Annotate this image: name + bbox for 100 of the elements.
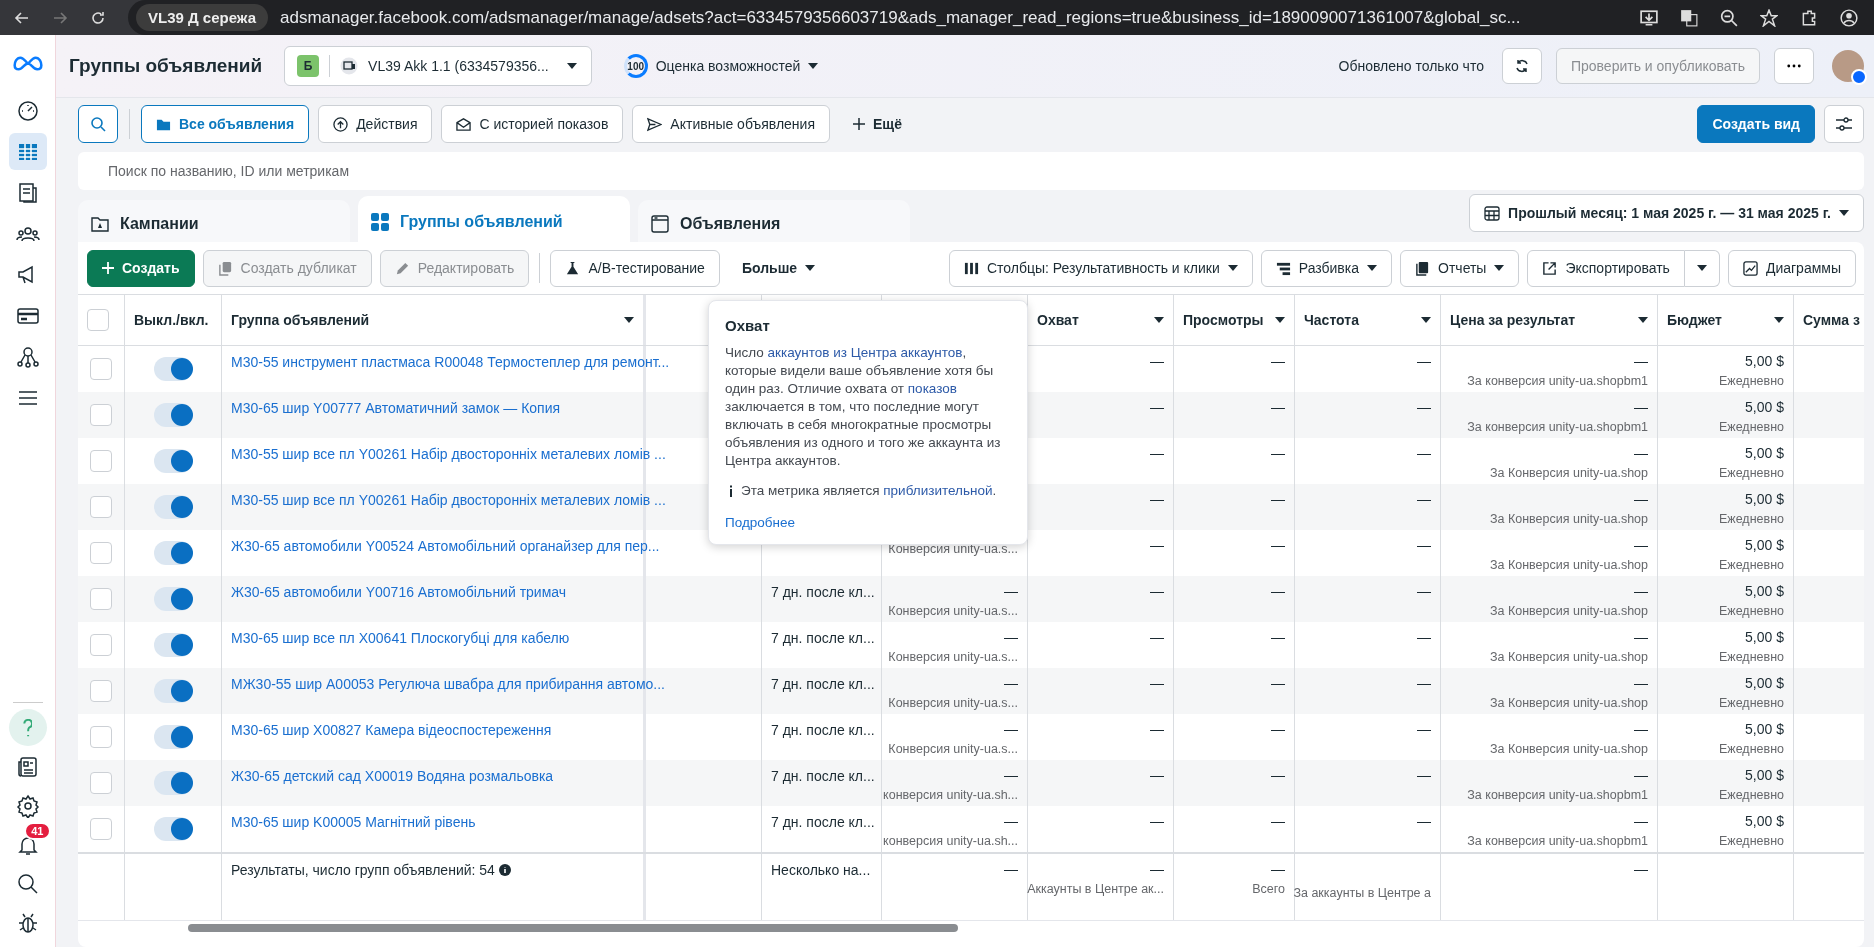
opportunity-score-dropdown[interactable]: 100 Оценка возможностей bbox=[623, 54, 819, 78]
learn-more-link[interactable]: Подробнее bbox=[725, 515, 795, 530]
budget-cell: 5,00 $ bbox=[1745, 353, 1784, 369]
search-button[interactable] bbox=[78, 105, 118, 143]
reload-icon[interactable] bbox=[90, 9, 106, 26]
translate-icon[interactable] bbox=[1680, 8, 1698, 27]
on-off-toggle[interactable] bbox=[154, 357, 192, 381]
charts-button[interactable]: Диаграммы bbox=[1727, 249, 1856, 287]
ad-set-link[interactable]: М30-65 шир K00005 Магнітний рівень bbox=[231, 814, 476, 830]
on-off-toggle[interactable] bbox=[154, 403, 192, 427]
row-checkbox[interactable] bbox=[90, 450, 112, 472]
row-checkbox[interactable] bbox=[90, 588, 112, 610]
row-checkbox[interactable] bbox=[90, 726, 112, 748]
budget-cell: 5,00 $ bbox=[1745, 767, 1784, 783]
on-off-toggle[interactable] bbox=[154, 541, 192, 565]
on-off-toggle[interactable] bbox=[154, 495, 192, 519]
info-icon[interactable] bbox=[498, 864, 511, 876]
ad-set-link[interactable]: Ж30-65 детский сад X00019 Водяна розмальовка bbox=[231, 768, 554, 784]
tooltip-link[interactable]: показов bbox=[907, 381, 957, 396]
column-header[interactable]: Частота bbox=[1304, 309, 1359, 331]
notification-badge: 41 bbox=[24, 822, 51, 840]
more-dropdown[interactable]: Больше bbox=[727, 249, 830, 287]
export-button[interactable]: Экспортировать bbox=[1527, 249, 1685, 287]
ad-set-link[interactable]: Ж30-65 автомобили Y00524 Автомобільний органайзер для пер... bbox=[231, 538, 660, 554]
row-checkbox[interactable] bbox=[90, 404, 112, 426]
row-checkbox[interactable] bbox=[90, 772, 112, 794]
export-menu-button[interactable] bbox=[1684, 249, 1720, 287]
filter-chip[interactable]: Все объявления bbox=[141, 105, 310, 143]
arrow-up-circle-icon bbox=[333, 116, 349, 132]
toolbar-dropdown[interactable]: Столбцы: Результативность и клики bbox=[948, 249, 1253, 287]
on-off-toggle[interactable] bbox=[154, 725, 192, 749]
toolbar-button[interactable]: A/B-тестирование bbox=[550, 249, 720, 287]
address-bar[interactable]: VL39 Д сережа adsmanager.facebook.com/adsmanager/manage/adsets?act=6334579356603719&ads_manager_read_regions=true&business_id=1890090071361007&global_sc... bbox=[128, 0, 1874, 35]
level-tab[interactable]: Объявления bbox=[638, 200, 910, 242]
results-summary: Результаты, число групп объявлений: 54 bbox=[231, 862, 495, 878]
date-range-picker[interactable]: Прошлый месяц: 1 мая 2025 г. — 31 мая 2025 г. bbox=[1469, 194, 1864, 232]
row-checkbox[interactable] bbox=[90, 818, 112, 840]
select-all-checkbox[interactable] bbox=[87, 309, 109, 331]
avatar[interactable] bbox=[1832, 50, 1864, 82]
on-off-toggle[interactable] bbox=[154, 679, 192, 703]
refresh-button[interactable] bbox=[1501, 48, 1542, 84]
ad-set-link[interactable]: М30-55 шир все пл Y00261 Набір двосторонніх металевих ломів ... bbox=[231, 492, 666, 508]
filter-chip[interactable]: С историей показов bbox=[441, 105, 624, 143]
frequency-cell: — bbox=[1417, 813, 1431, 829]
row-checkbox[interactable] bbox=[90, 680, 112, 702]
filter-chip[interactable]: Активные объявления bbox=[632, 105, 830, 143]
column-header[interactable]: Просмотры bbox=[1183, 309, 1264, 331]
horizontal-scrollbar[interactable] bbox=[188, 924, 958, 932]
column-header[interactable]: Цена за результат bbox=[1450, 309, 1576, 331]
profile-chip[interactable]: VL39 Д сережа bbox=[136, 4, 269, 31]
on-off-toggle[interactable] bbox=[154, 817, 192, 841]
zoom-icon[interactable] bbox=[1720, 8, 1738, 27]
on-off-toggle[interactable] bbox=[154, 449, 192, 473]
extensions-icon[interactable] bbox=[1800, 8, 1818, 27]
toolbar-dropdown[interactable]: Отчеты bbox=[1400, 249, 1520, 287]
filter-chip[interactable]: Действия bbox=[318, 105, 433, 143]
ad-set-link[interactable]: М30-55 инструмент пластмаса R00048 Термостеплер для ремонт... bbox=[231, 354, 670, 370]
views-summary-note: Всего bbox=[1252, 882, 1285, 896]
account-icon[interactable] bbox=[1840, 8, 1858, 27]
star-icon[interactable] bbox=[1760, 8, 1778, 27]
row-checkbox[interactable] bbox=[90, 358, 112, 380]
install-icon[interactable] bbox=[1640, 8, 1658, 27]
more-filters-button[interactable]: Ещё bbox=[839, 105, 916, 143]
gauge-icon bbox=[15, 98, 40, 123]
caret-icon bbox=[566, 63, 577, 69]
column-header[interactable]: Бюджет bbox=[1667, 309, 1722, 331]
forward-icon[interactable] bbox=[52, 9, 68, 26]
account-selector[interactable]: Б VL39 Akk 1.1 (6334579356... bbox=[284, 46, 592, 86]
on-off-toggle[interactable] bbox=[154, 771, 192, 795]
ad-set-link[interactable]: МЖ30-55 шир A00053 Регулюча швабра для прибирання автомо... bbox=[231, 676, 665, 692]
search-field[interactable]: Поиск по названию, ID или метрикам bbox=[78, 152, 1864, 190]
tooltip-link[interactable]: аккаунтов из Центра аккаунтов bbox=[767, 345, 963, 360]
row-checkbox[interactable] bbox=[90, 496, 112, 518]
attribution-cell: 7 дн. после кл... bbox=[771, 630, 875, 646]
refresh-icon bbox=[1513, 58, 1530, 74]
infinity-logo-icon[interactable] bbox=[12, 55, 43, 72]
frequency-cell: — bbox=[1417, 721, 1431, 737]
level-tab[interactable]: Кампании bbox=[78, 200, 350, 242]
reach-cell: — bbox=[1150, 813, 1164, 829]
level-tab[interactable]: Группы объявлений bbox=[358, 196, 630, 242]
row-checkbox[interactable] bbox=[90, 542, 112, 564]
reach-cell: — bbox=[1150, 675, 1164, 691]
sort-caret-icon bbox=[1275, 317, 1285, 323]
on-off-toggle[interactable] bbox=[154, 587, 192, 611]
back-icon[interactable] bbox=[14, 9, 30, 26]
settings-button[interactable] bbox=[1824, 105, 1864, 143]
ad-set-link[interactable]: М30-65 шир все пл X00641 Плоскогубці для кабелю bbox=[231, 630, 570, 646]
ad-set-link[interactable]: М30-65 шир Y00777 Автоматичний замок — Копия bbox=[231, 400, 561, 416]
ad-set-link[interactable]: М30-55 шир все пл Y00261 Набір двосторонніх металевих ломів ... bbox=[231, 446, 666, 462]
ad-set-link[interactable]: М30-65 шир X00827 Камера відеоспостереження bbox=[231, 722, 552, 738]
create-button[interactable]: Создать bbox=[87, 249, 195, 287]
row-checkbox[interactable] bbox=[90, 634, 112, 656]
cost-cell: — bbox=[1634, 537, 1648, 553]
on-off-toggle[interactable] bbox=[154, 633, 192, 657]
budget-period: Ежедневно bbox=[1718, 512, 1784, 526]
ad-set-link[interactable]: Ж30-65 автомобили Y00716 Автомобільний тримач bbox=[231, 584, 567, 600]
create-view-button[interactable]: Создать вид bbox=[1697, 105, 1815, 143]
column-header[interactable]: Охват bbox=[1037, 309, 1079, 331]
column-header[interactable]: Группа объявлений bbox=[231, 309, 370, 331]
toolbar-dropdown[interactable]: Разбивка bbox=[1260, 249, 1393, 287]
